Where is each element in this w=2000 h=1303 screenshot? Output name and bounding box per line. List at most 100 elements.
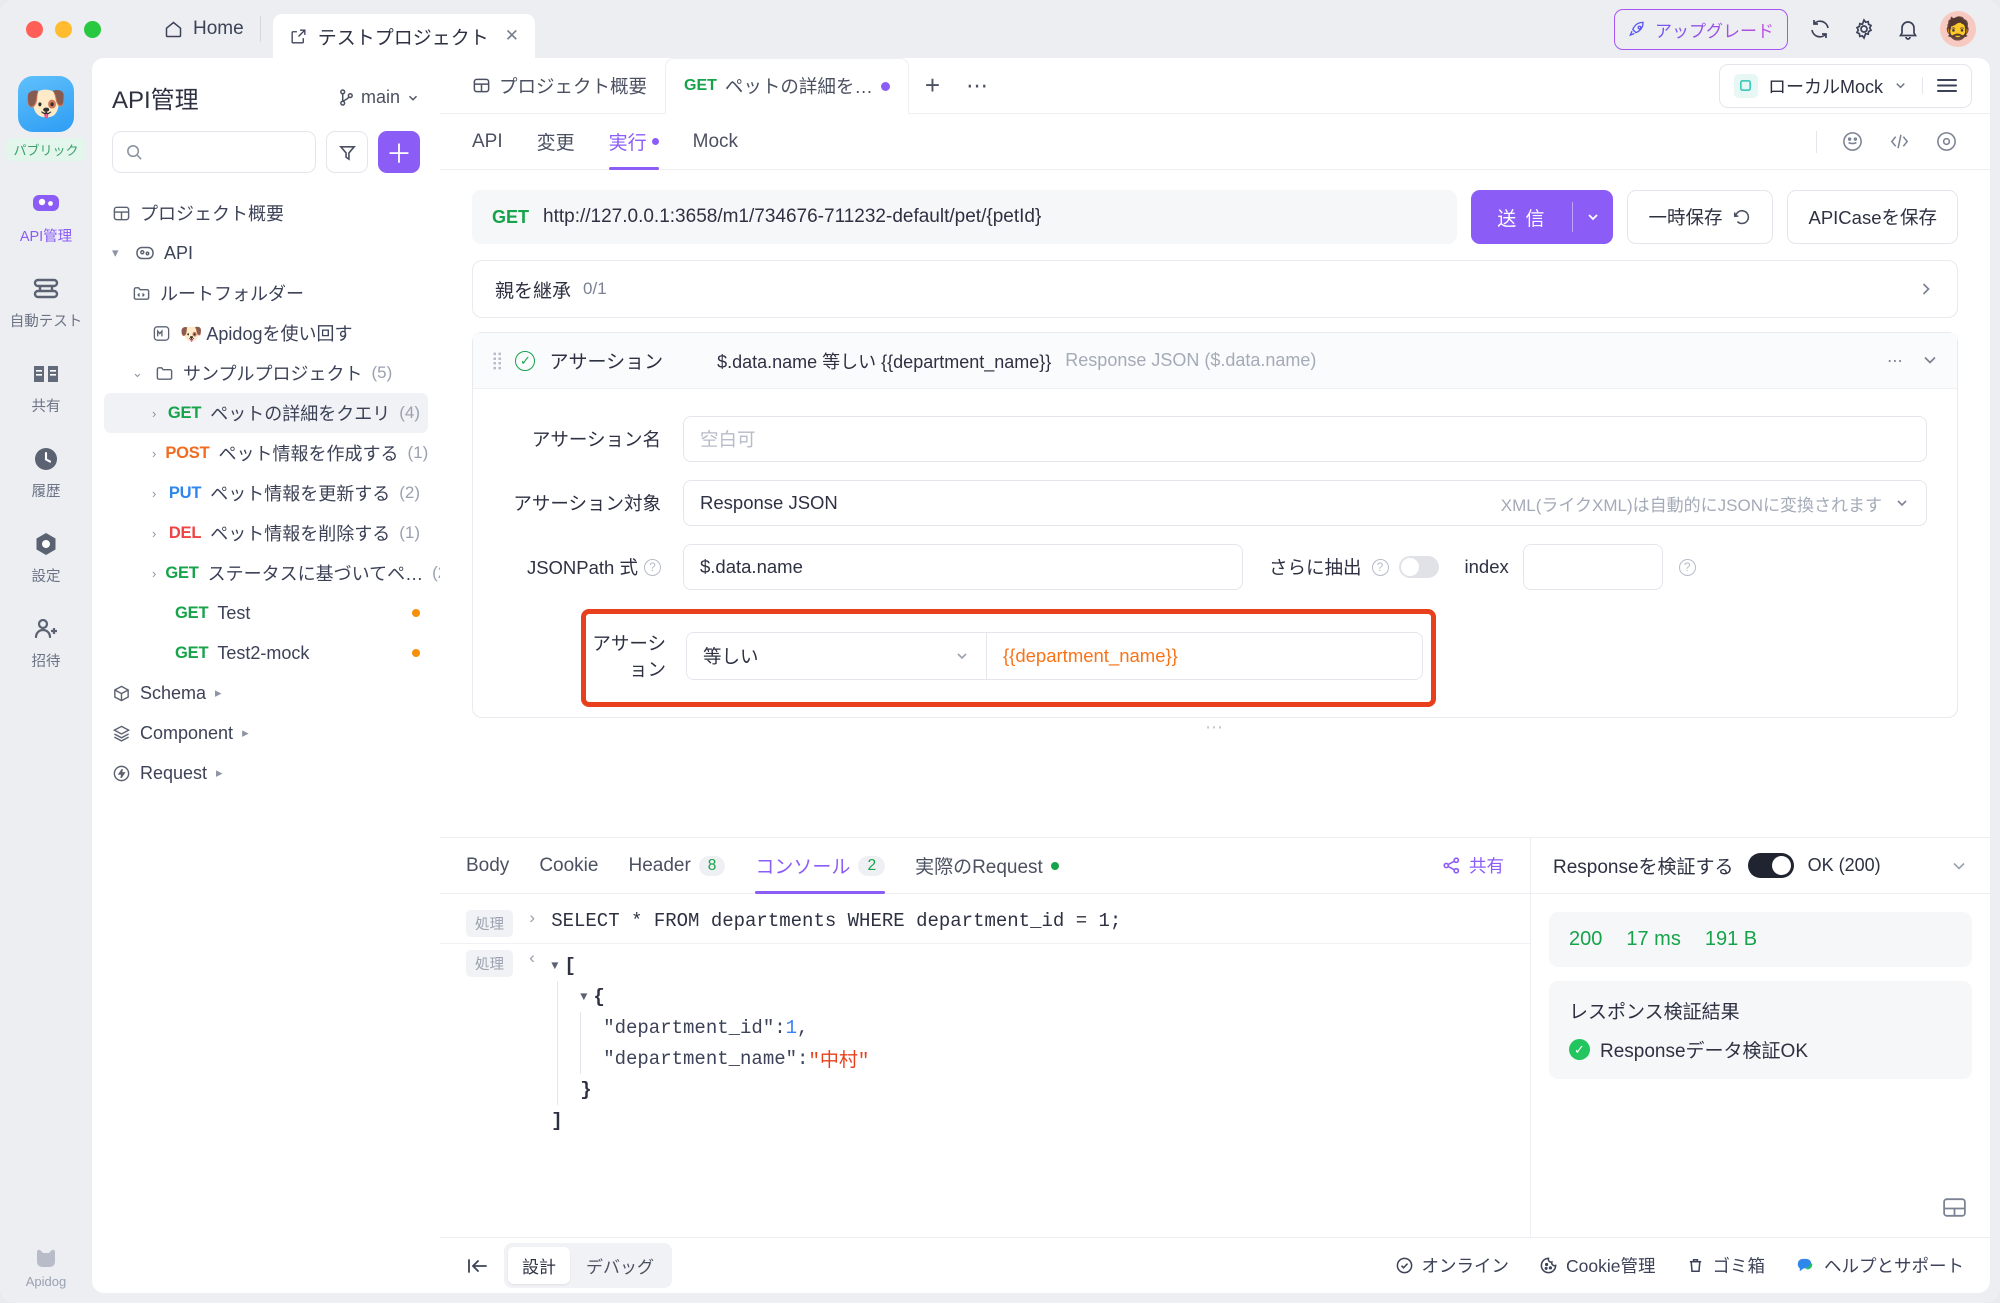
tab-actual-request[interactable]: 実際のRequest xyxy=(915,838,1059,894)
code-snippet-icon[interactable] xyxy=(1888,130,1911,153)
save-apicase-button[interactable]: APICaseを保存 xyxy=(1787,190,1958,244)
avatar[interactable]: 🧔 xyxy=(1940,11,1976,47)
rail-item-invite[interactable]: 招待 xyxy=(0,614,92,671)
ai-assist-icon[interactable] xyxy=(1841,130,1864,153)
share-button[interactable]: 共有 xyxy=(1442,853,1504,878)
tree-item[interactable]: › PUT ペット情報を更新する (2) xyxy=(104,473,428,513)
environment-selector[interactable]: ローカルMock xyxy=(1720,73,1922,99)
expand-caret-icon[interactable]: › xyxy=(152,406,159,421)
assertion-operator-select[interactable]: 等しい xyxy=(687,633,987,679)
rail-item-settings[interactable]: 設定 xyxy=(0,529,92,586)
tree-item[interactable]: ルートフォルダー xyxy=(104,273,428,313)
panel-resize-handle[interactable]: ⋯ xyxy=(472,717,1958,737)
maximize-window-button[interactable] xyxy=(84,20,101,38)
expand-caret-icon[interactable]: ▸ xyxy=(242,725,256,741)
expand-caret-icon[interactable]: ⌄ xyxy=(132,365,146,381)
url-input[interactable]: GET http://127.0.0.1:3658/m1/734676-7112… xyxy=(472,190,1458,244)
mode-debug[interactable]: デバッグ xyxy=(572,1247,668,1284)
help-icon[interactable]: ? xyxy=(644,558,661,576)
minimize-window-button[interactable] xyxy=(55,20,72,38)
status-online[interactable]: オンライン xyxy=(1395,1253,1509,1278)
enabled-check-icon[interactable]: ✓ xyxy=(515,350,536,371)
tab-header[interactable]: Header 8 xyxy=(628,838,726,894)
tree-item[interactable]: GET Test2-mock xyxy=(104,633,428,673)
collapse-chevron-icon[interactable]: ‹ xyxy=(527,950,537,969)
expand-caret-icon[interactable]: ▾ xyxy=(112,245,126,261)
sync-icon[interactable] xyxy=(1808,17,1832,41)
send-options-caret-icon[interactable] xyxy=(1573,209,1613,225)
upgrade-button[interactable]: アップグレード xyxy=(1614,8,1788,50)
collapse-sidebar-icon[interactable] xyxy=(466,1256,490,1276)
expand-caret-icon[interactable]: ▸ xyxy=(215,685,229,701)
layout-toggle-icon[interactable] xyxy=(1941,1194,1968,1221)
inherit-parent-row[interactable]: 親を継承 0/1 xyxy=(472,260,1958,318)
json-collapse-icon[interactable]: ▼ xyxy=(551,959,558,973)
tree-item[interactable]: Request ▸ xyxy=(104,753,428,793)
tab-body[interactable]: Body xyxy=(466,838,509,894)
rail-item-share[interactable]: 共有 xyxy=(0,359,92,416)
more-options-icon[interactable]: ⋯ xyxy=(1887,351,1903,371)
tab-project-overview[interactable]: プロジェクト概要 xyxy=(454,58,665,114)
extract-toggle[interactable] xyxy=(1398,556,1439,578)
new-tab-button[interactable]: + xyxy=(909,70,956,101)
assertion-target-select[interactable]: Response JSON XML(ライクXML)は自動的にJSONに変換されま… xyxy=(683,480,1927,526)
rail-item-api[interactable]: API管理 xyxy=(0,189,92,246)
tab-changes[interactable]: 変更 xyxy=(537,114,575,170)
assertion-card-header[interactable]: ⣿ ✓ アサーション $.data.name 等しい {{department_… xyxy=(473,333,1957,389)
add-button[interactable]: ＋ xyxy=(378,131,420,173)
tab-console[interactable]: コンソール 2 xyxy=(755,838,886,894)
project-tab[interactable]: テストプロジェクト ✕ xyxy=(272,14,535,58)
tab-cookie[interactable]: Cookie xyxy=(539,838,598,894)
tree-item[interactable]: GET Test xyxy=(104,593,428,633)
reset-icon[interactable] xyxy=(1732,207,1752,227)
tree-item[interactable]: Schema ▸ xyxy=(104,673,428,713)
tree-item[interactable]: Component ▸ xyxy=(104,713,428,753)
environment-menu-button[interactable] xyxy=(1922,77,1971,94)
jsonpath-input[interactable]: $.data.name xyxy=(683,544,1243,590)
tree-item[interactable]: › POST ペット情報を作成する (1) xyxy=(104,433,428,473)
assertion-name-input[interactable]: 空白可 xyxy=(683,416,1927,462)
json-collapse-icon[interactable]: ▼ xyxy=(580,990,587,1004)
drag-handle-icon[interactable]: ⣿ xyxy=(491,352,504,369)
index-input[interactable] xyxy=(1522,544,1663,590)
expand-chevron-icon[interactable]: › xyxy=(527,910,537,929)
save-temp-button[interactable]: 一時保存 xyxy=(1627,190,1774,244)
filter-button[interactable] xyxy=(326,131,368,173)
gear-icon[interactable] xyxy=(1852,17,1876,41)
tab-run[interactable]: 実行 xyxy=(608,114,659,170)
status-help[interactable]: ヘルプとサポート xyxy=(1795,1253,1964,1278)
collapse-chevron-icon[interactable] xyxy=(1921,351,1939,371)
tab-mock[interactable]: Mock xyxy=(693,114,738,170)
chevron-down-icon[interactable] xyxy=(1950,857,1968,875)
tree-item[interactable]: › GET ステータスに基づいてペ… (2) xyxy=(104,553,440,593)
expand-caret-icon[interactable]: › xyxy=(152,526,160,541)
rail-item-automation[interactable]: 自動テスト xyxy=(0,274,92,331)
window-controls[interactable] xyxy=(26,20,101,38)
workspace-logo[interactable]: 🐶 xyxy=(18,76,74,132)
close-window-button[interactable] xyxy=(26,20,43,38)
rail-item-history[interactable]: 履歴 xyxy=(0,444,92,501)
tab-overflow-button[interactable]: ⋯ xyxy=(956,73,999,99)
tree-item[interactable]: プロジェクト概要 xyxy=(104,193,428,233)
tree-item[interactable]: › GET ペットの詳細をクエリ (4) xyxy=(104,393,428,433)
tab-api[interactable]: API xyxy=(472,114,503,170)
send-button[interactable]: 送 信 xyxy=(1471,190,1614,244)
rail-footer[interactable]: Apidog xyxy=(26,1246,66,1289)
status-trash[interactable]: ゴミ箱 xyxy=(1686,1253,1765,1278)
tree-item[interactable]: 🐶 Apidogを使い回す xyxy=(104,313,428,353)
settings-circle-icon[interactable] xyxy=(1935,130,1958,153)
branch-selector[interactable]: main xyxy=(338,87,420,108)
expand-caret-icon[interactable]: › xyxy=(152,486,160,501)
tree-item[interactable]: ⌄ サンプルプロジェクト (5) xyxy=(104,353,428,393)
bell-icon[interactable] xyxy=(1896,17,1920,41)
help-icon[interactable]: ? xyxy=(1678,558,1696,576)
tree-item[interactable]: › DEL ペット情報を削除する (1) xyxy=(104,513,428,553)
search-input[interactable] xyxy=(112,131,316,173)
expand-caret-icon[interactable]: › xyxy=(152,446,156,461)
tree-item[interactable]: ▾ API xyxy=(104,233,428,273)
home-tab[interactable]: Home xyxy=(153,12,254,46)
close-icon[interactable]: ✕ xyxy=(505,26,519,46)
validate-toggle[interactable] xyxy=(1747,853,1794,878)
help-icon[interactable]: ? xyxy=(1371,558,1389,576)
expand-caret-icon[interactable]: ▸ xyxy=(216,765,230,781)
